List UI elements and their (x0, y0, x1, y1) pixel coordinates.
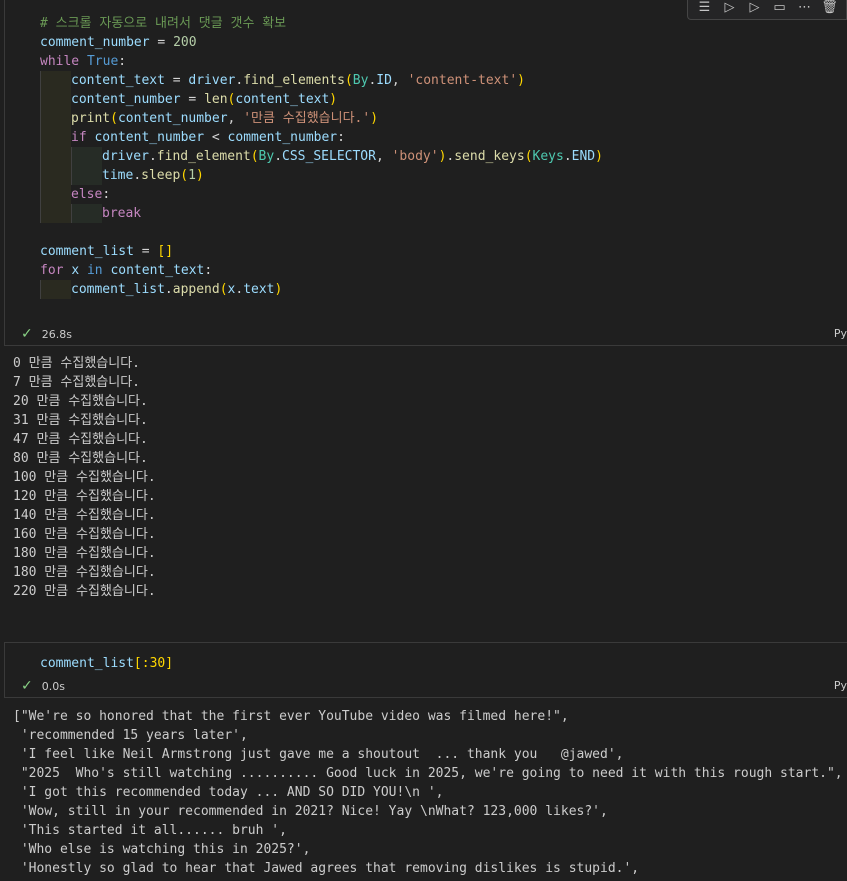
indent-guide (40, 90, 71, 109)
run-by-line-icon[interactable]: ☰ (696, 0, 714, 17)
delete-icon[interactable]: 🗑 (821, 0, 839, 17)
output-line: 220 만큼 수집했습니다. (13, 584, 156, 599)
indent-guide (40, 185, 71, 204)
indent-guide (40, 71, 71, 90)
language-label[interactable]: Py (834, 326, 847, 342)
code-line: comment_list[:30] (40, 656, 174, 671)
code-line: break (40, 204, 603, 223)
code-line: print(content_number, '만큼 수집했습니다.') (40, 109, 603, 128)
language-label[interactable]: Py (834, 678, 847, 694)
code-line: driver.find_element(By.CSS_SELECTOR, 'bo… (40, 147, 603, 166)
code-cell-1[interactable]: ☰ ▷ ▷ ▭ ⋯ 🗑 # 스크롤 자동으로 내려서 댓글 갯수 확보 comm… (4, 0, 847, 346)
output-line: 180 만큼 수집했습니다. (13, 546, 156, 561)
execution-duration: 26.8s (41, 328, 72, 341)
code-line: for x in content_text: (40, 263, 213, 278)
code-line: content_number = len(content_text) (40, 90, 603, 109)
output-line: 140 만큼 수집했습니다. (13, 508, 156, 523)
output-line: 7 만큼 수집했습니다. (13, 375, 140, 390)
code-line: else: (40, 185, 603, 204)
output-line: 47 만큼 수집했습니다. (13, 432, 148, 447)
indent-guide (71, 166, 102, 185)
code-editor[interactable]: comment_list[:30] (40, 654, 173, 673)
code-line: comment_number = 200 (40, 35, 197, 50)
execution-duration: 0.0s (41, 680, 65, 693)
code-editor[interactable]: # 스크롤 자동으로 내려서 댓글 갯수 확보 comment_number =… (40, 14, 603, 299)
check-icon: ✓ (21, 326, 33, 342)
output-line: 31 만큼 수집했습니다. (13, 413, 148, 428)
split-cell-icon[interactable]: ▭ (771, 0, 789, 17)
output-line: 100 만큼 수집했습니다. (13, 470, 156, 485)
code-cell-2[interactable]: comment_list[:30] ✓ 0.0s Py (4, 642, 847, 698)
output-line: 20 만큼 수집했습니다. (13, 394, 148, 409)
check-icon: ✓ (21, 678, 33, 694)
output-line: 'This started it all...... bruh ', (13, 823, 287, 838)
indent-guide (40, 109, 71, 128)
indent-guide (40, 166, 71, 185)
output-line: ["We're so honored that the first ever Y… (13, 709, 569, 724)
output-line: 'Who else is watching this in 2025?', (13, 842, 311, 857)
output-line: 'Wow, still in your recommended in 2021?… (13, 804, 608, 819)
indent-guide (40, 128, 71, 147)
indent-guide (40, 280, 71, 299)
code-line: comment_list = [] (40, 244, 174, 259)
code-line: if content_number < comment_number: (40, 128, 603, 147)
output-line: 'I feel like Neil Armstrong just gave me… (13, 747, 624, 762)
execute-below-icon[interactable]: ▷ (746, 0, 764, 17)
code-line: while True: (40, 54, 127, 69)
output-line: 160 만큼 수집했습니다. (13, 527, 156, 542)
indent-guide (40, 147, 71, 166)
code-line: content_text = driver.find_elements(By.I… (40, 71, 603, 90)
indent-guide (71, 147, 102, 166)
code-line: # 스크롤 자동으로 내려서 댓글 갯수 확보 (40, 16, 287, 31)
cell-output-2: ["We're so honored that the first ever Y… (13, 707, 843, 878)
output-line: 80 만큼 수집했습니다. (13, 451, 148, 466)
cell-output-1: 0 만큼 수집했습니다. 7 만큼 수집했습니다. 20 만큼 수집했습니다. 31 … (13, 354, 156, 601)
output-line: 0 만큼 수집했습니다. (13, 356, 140, 371)
output-line: 180 만큼 수집했습니다. (13, 565, 156, 580)
cell-toolbar: ☰ ▷ ▷ ▭ ⋯ 🗑 (687, 0, 847, 20)
output-line: 'recommended 15 years later', (13, 728, 248, 743)
indent-guide (71, 204, 102, 223)
output-line: 120 만큼 수집했습니다. (13, 489, 156, 504)
code-line: time.sleep(1) (40, 166, 603, 185)
more-icon[interactable]: ⋯ (796, 0, 814, 17)
output-line: "2025 Who's still watching .......... Go… (13, 766, 843, 781)
execution-status: ✓ 26.8s (21, 326, 72, 342)
indent-guide (40, 204, 71, 223)
execute-above-icon[interactable]: ▷ (721, 0, 739, 17)
output-line: 'Honestly so glad to hear that Jawed agr… (13, 861, 640, 876)
code-line: comment_list.append(x.text) (40, 280, 603, 299)
execution-status: ✓ 0.0s (21, 678, 65, 694)
output-line: 'I got this recommended today ... AND SO… (13, 785, 444, 800)
